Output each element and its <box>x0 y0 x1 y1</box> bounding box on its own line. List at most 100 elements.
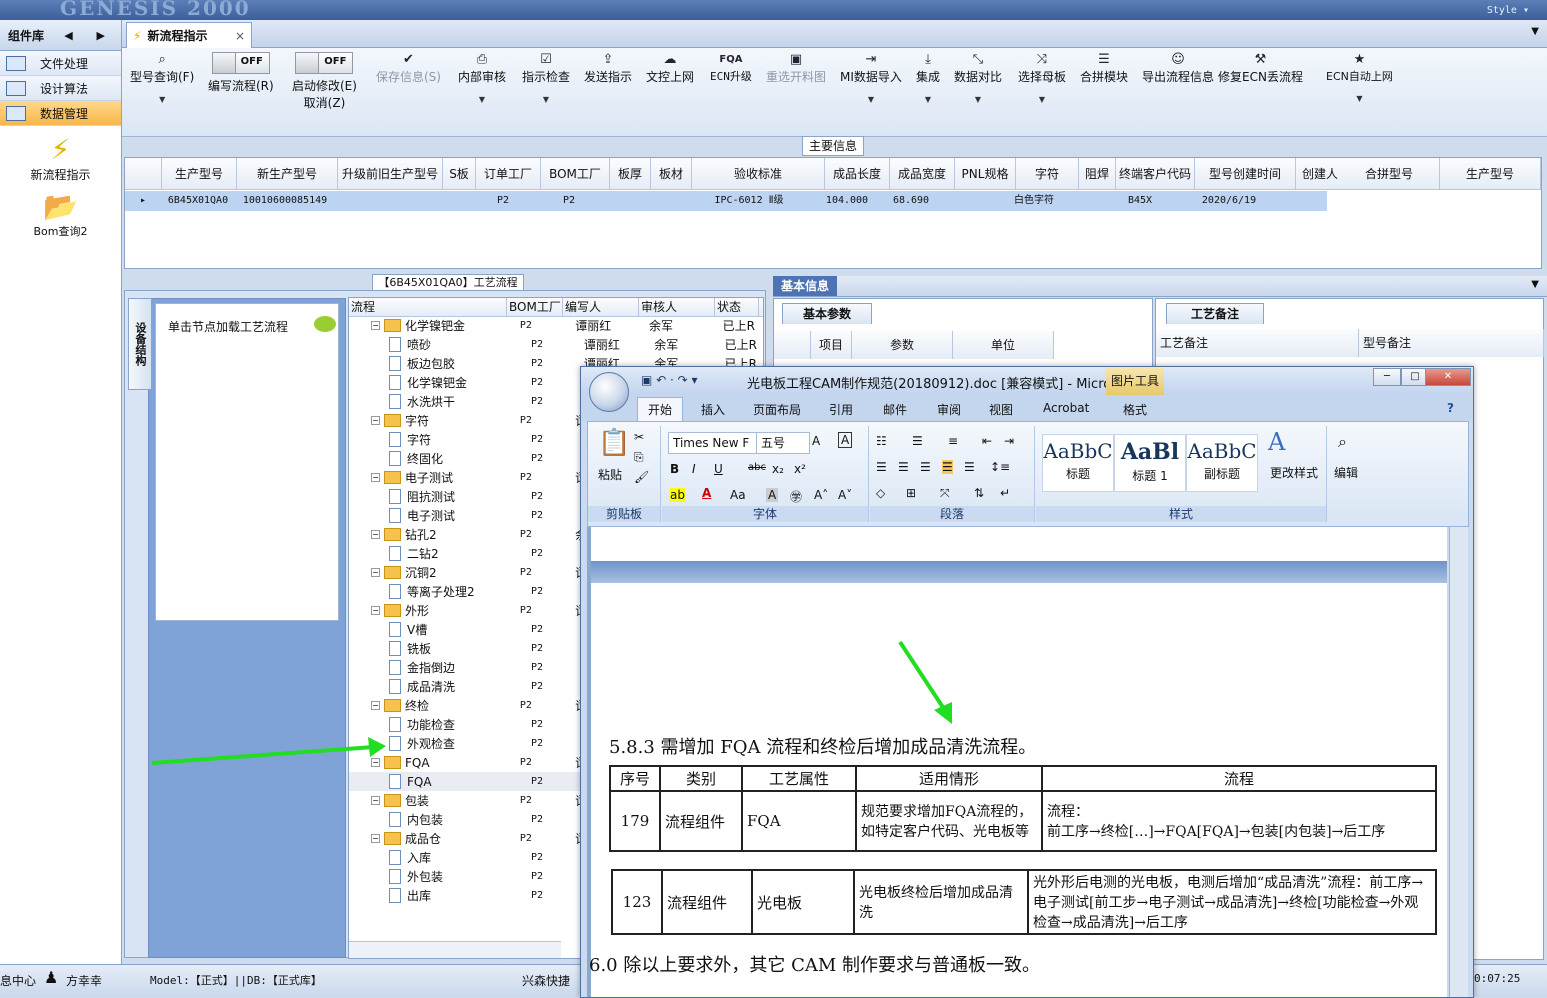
tab-basic-info[interactable]: 基本信息 <box>773 276 837 296</box>
tab-new-flow[interactable]: ⚡ 新流程指示 × <box>126 22 252 48</box>
reselect-cutting-button[interactable]: ▣ 重选开料图 <box>766 52 826 85</box>
strikethrough-icon[interactable]: abc <box>748 462 766 473</box>
merge-module-button[interactable]: ☰ 合拼模块 <box>1080 52 1128 85</box>
column-header[interactable]: 生产型号 <box>162 158 237 190</box>
column-header[interactable]: BOM工厂 <box>541 158 610 190</box>
table-cell[interactable]: 104.000 <box>815 191 879 211</box>
model-query-button[interactable]: ⌕ 型号查询(F) ▼ <box>130 52 194 104</box>
tab-review[interactable]: 审阅 <box>937 401 961 418</box>
module-bom-query[interactable]: 📂 Bom查询2 <box>0 191 121 239</box>
line-spacing-icon[interactable]: ↕≡ <box>990 460 1010 474</box>
tab-basic-params[interactable]: 基本参数 <box>782 303 872 324</box>
help-icon[interactable]: ? <box>1447 401 1454 415</box>
close-icon[interactable]: × <box>235 29 245 43</box>
bullets-icon[interactable]: ☷ <box>876 434 887 448</box>
table-cell[interactable] <box>335 191 439 211</box>
column-header[interactable]: 升级前旧生产型号 <box>338 158 443 190</box>
table-cell[interactable]: 10010600085149 <box>235 191 335 211</box>
tree-row[interactable]: 喷砂 P2 谭丽红 余军 已上R <box>349 335 763 354</box>
distribute-icon[interactable]: ☰ <box>964 460 975 474</box>
sort-icon[interactable]: ⇅ <box>974 486 984 500</box>
column-header[interactable]: 终端客户代码 <box>1116 158 1195 190</box>
table-cell[interactable]: IPC-6012 Ⅱ级 <box>683 191 815 211</box>
binoculars-icon[interactable]: ⌕ <box>1338 432 1347 452</box>
tree-row[interactable]: − 化学镍钯金 P2 谭丽红 余军 已上R <box>349 316 763 335</box>
tab-mailings[interactable]: 邮件 <box>883 401 907 418</box>
chinese-layout-icon[interactable]: ⤧ <box>940 486 950 501</box>
collapse-icon[interactable]: − <box>371 321 380 330</box>
table-cell[interactable] <box>943 191 1003 211</box>
align-left-icon[interactable]: ☰ <box>876 460 887 474</box>
subscript-icon[interactable]: x₂ <box>772 462 784 476</box>
table-cell[interactable]: 6B45X01QA0 <box>161 191 235 211</box>
column-header[interactable]: BOM工厂 <box>507 298 563 316</box>
column-header[interactable]: 参数 <box>852 331 953 359</box>
column-header[interactable]: 工艺备注 <box>1156 329 1359 357</box>
superscript-icon[interactable]: x² <box>794 462 806 476</box>
tab-layout[interactable]: 页面布局 <box>753 401 801 418</box>
column-header[interactable]: 编写人 <box>563 298 639 316</box>
table-row[interactable]: ▸ 6B45X01QA0 10010600085149 P2 P2 IPC-6012 Ⅱ级… <box>125 191 1327 211</box>
multilevel-list-icon[interactable]: ≡ <box>948 434 958 448</box>
tab-acrobat[interactable]: Acrobat <box>1043 401 1089 415</box>
copy-icon[interactable]: ⎘ <box>634 450 644 465</box>
clipboard-icon[interactable]: 📋 <box>598 428 630 458</box>
collapse-icon[interactable]: − <box>371 606 380 615</box>
doc-control-online-button[interactable]: ☁ 文控上网 <box>646 52 694 85</box>
column-header[interactable]: S板 <box>443 158 476 190</box>
font-color-icon[interactable]: A <box>702 486 711 500</box>
align-right-icon[interactable]: ☰ <box>920 460 931 474</box>
font-name-select[interactable]: Times New F <box>668 432 760 454</box>
tab-dropdown-icon[interactable]: ▼ <box>1531 26 1539 37</box>
collapse-icon[interactable]: − <box>371 568 380 577</box>
cut-icon[interactable]: ✂ <box>634 430 644 444</box>
internal-review-button[interactable]: ⎙ 内部审核 ▼ <box>458 52 506 104</box>
change-styles-icon[interactable]: A <box>1268 428 1285 456</box>
toggle-switch[interactable]: OFF <box>211 52 270 74</box>
table-cell[interactable] <box>603 191 643 211</box>
mi-import-button[interactable]: ⇥ MI数据导入 ▼ <box>840 52 902 104</box>
shrink-font-icon[interactable]: A˅ <box>838 488 852 502</box>
column-header[interactable]: 流程 <box>349 298 507 316</box>
italic-icon[interactable]: I <box>692 462 696 476</box>
font-size-select[interactable]: 五号 <box>756 432 810 454</box>
table-cell[interactable]: 白色字符 <box>1003 191 1065 211</box>
table-cell[interactable]: 2020/6/19 <box>1179 191 1279 211</box>
minimize-button[interactable]: ─ <box>1373 368 1401 386</box>
select-motherboard-button[interactable]: ⤨ 选择母板 ▼ <box>1018 52 1066 104</box>
format-painter-icon[interactable]: 🖌 <box>634 470 649 484</box>
decrease-indent-icon[interactable]: ⇤ <box>982 434 992 448</box>
table-cell[interactable] <box>439 191 471 211</box>
document-page[interactable]: 5.8.3 需增加 FQA 流程和终检后增加成品清洗流程。 序号 类别 工艺属性… <box>589 527 1447 997</box>
collapse-icon[interactable]: − <box>371 530 380 539</box>
table-cell[interactable] <box>1279 191 1327 211</box>
column-header[interactable]: 单位 <box>953 331 1054 359</box>
style-menu[interactable]: Style ▾ <box>1487 5 1529 16</box>
send-instruction-button[interactable]: ⇪ 发送指示 <box>584 52 632 85</box>
tab-home[interactable]: 开始 <box>637 397 684 421</box>
column-header[interactable]: 阻焊 <box>1079 158 1116 190</box>
column-header[interactable]: 板材 <box>651 158 692 190</box>
column-header[interactable]: 合拼型号 <box>1339 158 1440 190</box>
collapse-icon[interactable]: − <box>371 834 380 843</box>
show-marks-icon[interactable]: ↵ <box>1000 486 1010 500</box>
tab-device-structure[interactable]: 设备结构 <box>128 298 152 390</box>
style-heading1[interactable]: AaBl 标题 1 <box>1114 434 1186 492</box>
column-header[interactable]: 字符 <box>1016 158 1079 190</box>
column-header[interactable]: 新生产型号 <box>237 158 338 190</box>
status-message-center[interactable]: 息中心 <box>0 972 36 989</box>
vertical-scrollbar[interactable] <box>1449 527 1468 997</box>
instruction-check-button[interactable]: ☑ 指示检查 ▼ <box>522 52 570 104</box>
justify-icon[interactable]: ☰ <box>942 460 953 474</box>
tab-references[interactable]: 引用 <box>829 401 853 418</box>
table-cell[interactable] <box>643 191 683 211</box>
ecn-auto-online-button[interactable]: ★ ECN自动上网 ▼ <box>1326 52 1393 103</box>
column-header[interactable]: 板厚 <box>610 158 651 190</box>
collapse-icon[interactable]: − <box>371 701 380 710</box>
column-header[interactable]: 订单工厂 <box>476 158 541 190</box>
change-case-icon[interactable]: Aa <box>730 488 746 502</box>
edit-flow-toggle[interactable]: OFF 编写流程(R) <box>208 52 274 94</box>
enclose-char-icon[interactable]: ㊫ <box>790 488 802 505</box>
shading-icon[interactable]: ◇ <box>876 486 885 500</box>
quick-access-toolbar[interactable]: ▣ ↶ · ↷ ▾ <box>641 373 698 387</box>
